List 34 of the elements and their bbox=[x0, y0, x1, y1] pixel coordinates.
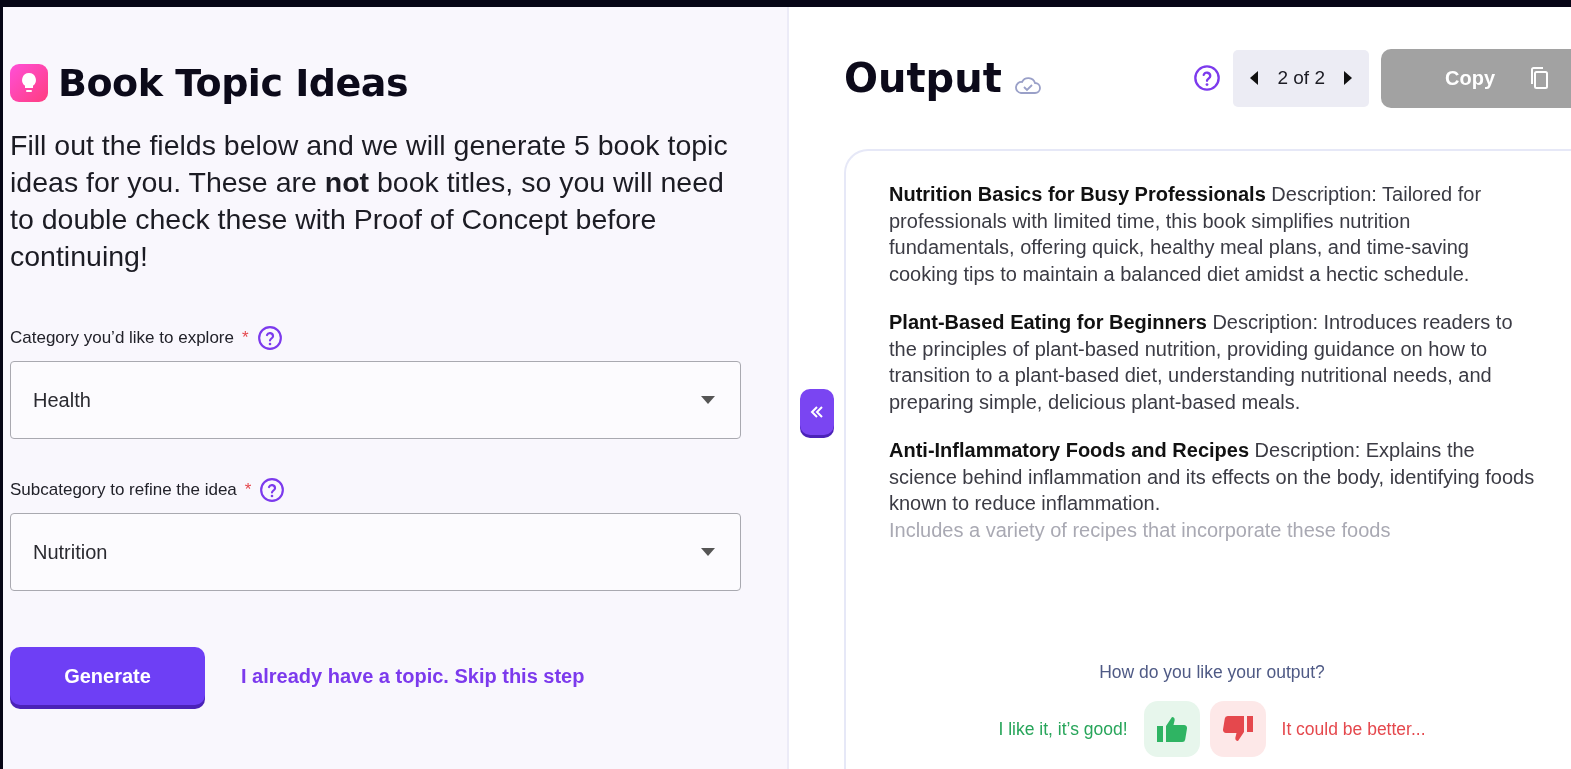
required-mark: * bbox=[241, 328, 249, 348]
select-field[interactable]: Nutrition bbox=[10, 513, 741, 591]
idea-text: Plant-Based Eating for Beginners Description: Introduces readers to the principles of plant-based nutrition, providing guidance on how to transition to a plant-based diet, understanding nutritional needs, and preparing simple, delicious plant-based meals. bbox=[889, 310, 1514, 415]
output-title: Output bbox=[844, 55, 1002, 101]
help-icon[interactable] bbox=[256, 325, 283, 351]
faded-text: Includes a variety of recipes that incorporate these foods bbox=[889, 517, 1392, 543]
select-field[interactable]: Health bbox=[10, 361, 741, 439]
dropdown-caret-icon bbox=[700, 547, 716, 557]
thumbs-down-button[interactable] bbox=[1209, 701, 1266, 757]
previous-icon[interactable] bbox=[1249, 70, 1260, 86]
copy-icon bbox=[1529, 67, 1549, 89]
feedback-question: How do you like your output? bbox=[1098, 662, 1326, 683]
thumbs-up-button[interactable] bbox=[1143, 701, 1200, 757]
page-title: Book Topic Ideas bbox=[58, 61, 408, 105]
field-label: Subcategory to refine the idea bbox=[10, 480, 237, 500]
required-mark: * bbox=[244, 480, 252, 500]
positive-label: I like it, it’s good! bbox=[998, 718, 1128, 740]
cloud-check-icon bbox=[1013, 75, 1042, 95]
page-indicator: 2 of 2 bbox=[1277, 67, 1325, 89]
collapse-button[interactable] bbox=[800, 389, 834, 435]
thumbs-down-icon bbox=[1221, 715, 1254, 743]
idea-text: Anti-Inflammatory Foods and Recipes Description: Explains the science behind inflammation and its effects on the body, identifying foods known to reduce inflammation. bbox=[889, 438, 1535, 516]
lightbulb-icon bbox=[10, 64, 48, 102]
help-icon[interactable] bbox=[1193, 64, 1222, 92]
help-icon[interactable] bbox=[259, 477, 286, 503]
dropdown-caret-icon bbox=[700, 395, 716, 405]
negative-label: It could be better... bbox=[1281, 718, 1426, 740]
skip-link[interactable]: I already have a topic. Skip this step bbox=[241, 664, 585, 688]
thumbs-up-icon bbox=[1155, 715, 1188, 743]
field-label: Category you’d like to explore bbox=[10, 328, 234, 348]
intro-text: Fill out the fields below and we will generate 5 book topic ideas for you. These are not book titles, so you will need to double check these with Proof of Concept before continuing! bbox=[10, 128, 729, 274]
chevrons-left-icon bbox=[810, 405, 824, 419]
idea-text: Nutrition Basics for Busy Professionals Description: Tailored for professionals with limited time, this book simplifies nutrition fundamentals, offering quick, healthy meal plans, and time-saving cooking tips to maintain a balanced diet amidst a hectic schedule. bbox=[889, 182, 1483, 287]
next-icon[interactable] bbox=[1343, 70, 1353, 86]
